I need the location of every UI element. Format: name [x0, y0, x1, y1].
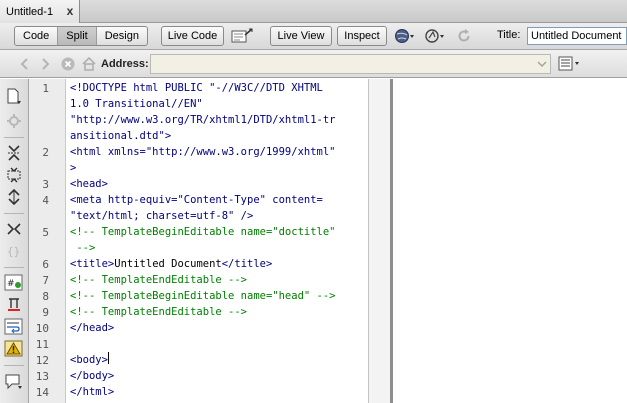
line-number: 4: [42, 194, 49, 207]
close-icon[interactable]: x: [64, 4, 76, 18]
word-wrap-icon[interactable]: [4, 317, 24, 337]
code-line: <head>: [70, 178, 108, 190]
document-tab-title: Untitled-1: [6, 5, 54, 18]
collapse-full-tag-icon[interactable]: [4, 143, 24, 163]
code-token: <title>: [70, 258, 115, 270]
multiscreen-icon[interactable]: [230, 27, 254, 45]
code-line: <body>: [70, 352, 109, 368]
line-number: 3: [42, 178, 49, 191]
address-label: Address:: [101, 58, 149, 70]
code-line: <!-- TemplateEndEditable -->: [70, 274, 248, 286]
code-line: <meta http-equiv="Content-Type" content=: [70, 194, 323, 206]
code-line: ansitional.dtd">: [70, 130, 172, 142]
code-line: "text/html; charset=utf-8" />: [70, 210, 254, 222]
document-tab[interactable]: Untitled-1 x: [0, 0, 80, 23]
line-number: 6: [42, 258, 49, 271]
code-vertical-scrollbar[interactable]: [368, 79, 391, 403]
line-number: 13: [35, 370, 49, 383]
line-number: 11: [35, 338, 49, 351]
highlight-invalid-code-icon[interactable]: [4, 295, 24, 315]
globe-icon[interactable]: [393, 27, 417, 45]
line-number: 12: [35, 354, 49, 367]
back-arrow-icon[interactable]: [17, 56, 33, 72]
design-view-button[interactable]: Design: [97, 27, 147, 45]
code-token: Untitled Document: [114, 258, 222, 270]
line-number-gutter: 1 2 3 4 5 6 7 8 9 10 11 12 13 14: [29, 79, 66, 403]
select-parent-tag-icon[interactable]: [4, 219, 24, 239]
browser-navigation-bar: Address:: [0, 50, 627, 78]
code-line: <!DOCTYPE html PUBLIC "-//W3C//DTD XHTML: [70, 82, 323, 94]
coding-toolbar: {} #: [0, 79, 29, 403]
code-token: <body>: [70, 354, 108, 366]
line-number: 2: [42, 146, 49, 159]
balance-braces-icon[interactable]: {}: [4, 241, 24, 261]
line-number: 7: [42, 274, 49, 287]
document-tab-bar: Untitled-1 x: [0, 0, 627, 23]
home-icon[interactable]: [81, 56, 97, 72]
svg-text:#: #: [7, 279, 15, 289]
open-documents-icon[interactable]: [4, 87, 24, 107]
code-line: "http://www.w3.org/TR/xhtml1/DTD/xhtml1-…: [70, 114, 336, 126]
address-field[interactable]: [150, 54, 551, 74]
document-title-field[interactable]: [527, 27, 627, 45]
live-code-button[interactable]: Live Code: [161, 26, 224, 46]
forward-arrow-icon[interactable]: [37, 56, 53, 72]
line-number: 10: [35, 322, 49, 335]
line-number: 5: [42, 226, 49, 239]
file-management-icon[interactable]: [423, 27, 447, 45]
code-line: <title>Untitled Document</title>: [70, 256, 272, 272]
code-token: </title>: [221, 258, 273, 270]
title-label: Title:: [497, 29, 521, 41]
code-line: <html xmlns="http://www.w3.org/1999/xhtm…: [70, 146, 336, 158]
code-line: -->: [70, 242, 96, 254]
text-cursor: [107, 352, 109, 364]
syntax-error-alerts-icon[interactable]: [4, 339, 24, 359]
chevron-down-icon[interactable]: [534, 55, 550, 73]
code-editor[interactable]: <!DOCTYPE html PUBLIC "-//W3C//DTD XHTML…: [67, 79, 368, 403]
inspect-button[interactable]: Inspect: [337, 26, 387, 46]
live-view-button[interactable]: Live View: [270, 26, 332, 46]
line-number: 8: [42, 290, 49, 303]
line-number: 9: [42, 306, 49, 319]
stop-icon[interactable]: [60, 56, 76, 72]
svg-text:{}: {}: [7, 245, 20, 258]
code-line: <!-- TemplateBeginEditable name="head" -…: [70, 290, 336, 302]
code-line: </html>: [70, 386, 115, 398]
split-view-button[interactable]: Split: [58, 27, 97, 45]
code-view-button[interactable]: Code: [15, 27, 59, 45]
line-number: 1: [42, 82, 49, 95]
show-code-navigator-icon[interactable]: [4, 111, 24, 131]
collapse-selection-icon[interactable]: [4, 165, 24, 185]
design-view-pane[interactable]: [393, 79, 627, 403]
code-line: 1.0 Transitional//EN": [70, 98, 203, 110]
apply-comment-icon[interactable]: [4, 372, 24, 392]
code-line: <!-- TemplateEndEditable -->: [70, 306, 248, 318]
code-line: </head>: [70, 322, 115, 334]
code-line: >: [70, 162, 77, 174]
line-numbers-icon[interactable]: #: [4, 273, 24, 293]
expand-all-icon[interactable]: [4, 187, 24, 207]
document-toolbar: Code Split Design Live Code Live View In…: [0, 23, 627, 50]
code-line: </body>: [70, 370, 115, 382]
line-number: 14: [35, 386, 49, 399]
view-mode-switcher: Code Split Design: [14, 26, 148, 46]
view-options-menu-icon[interactable]: [557, 55, 583, 73]
code-line: <!-- TemplateBeginEditable name="doctitl…: [70, 226, 336, 238]
refresh-icon[interactable]: [452, 27, 476, 45]
